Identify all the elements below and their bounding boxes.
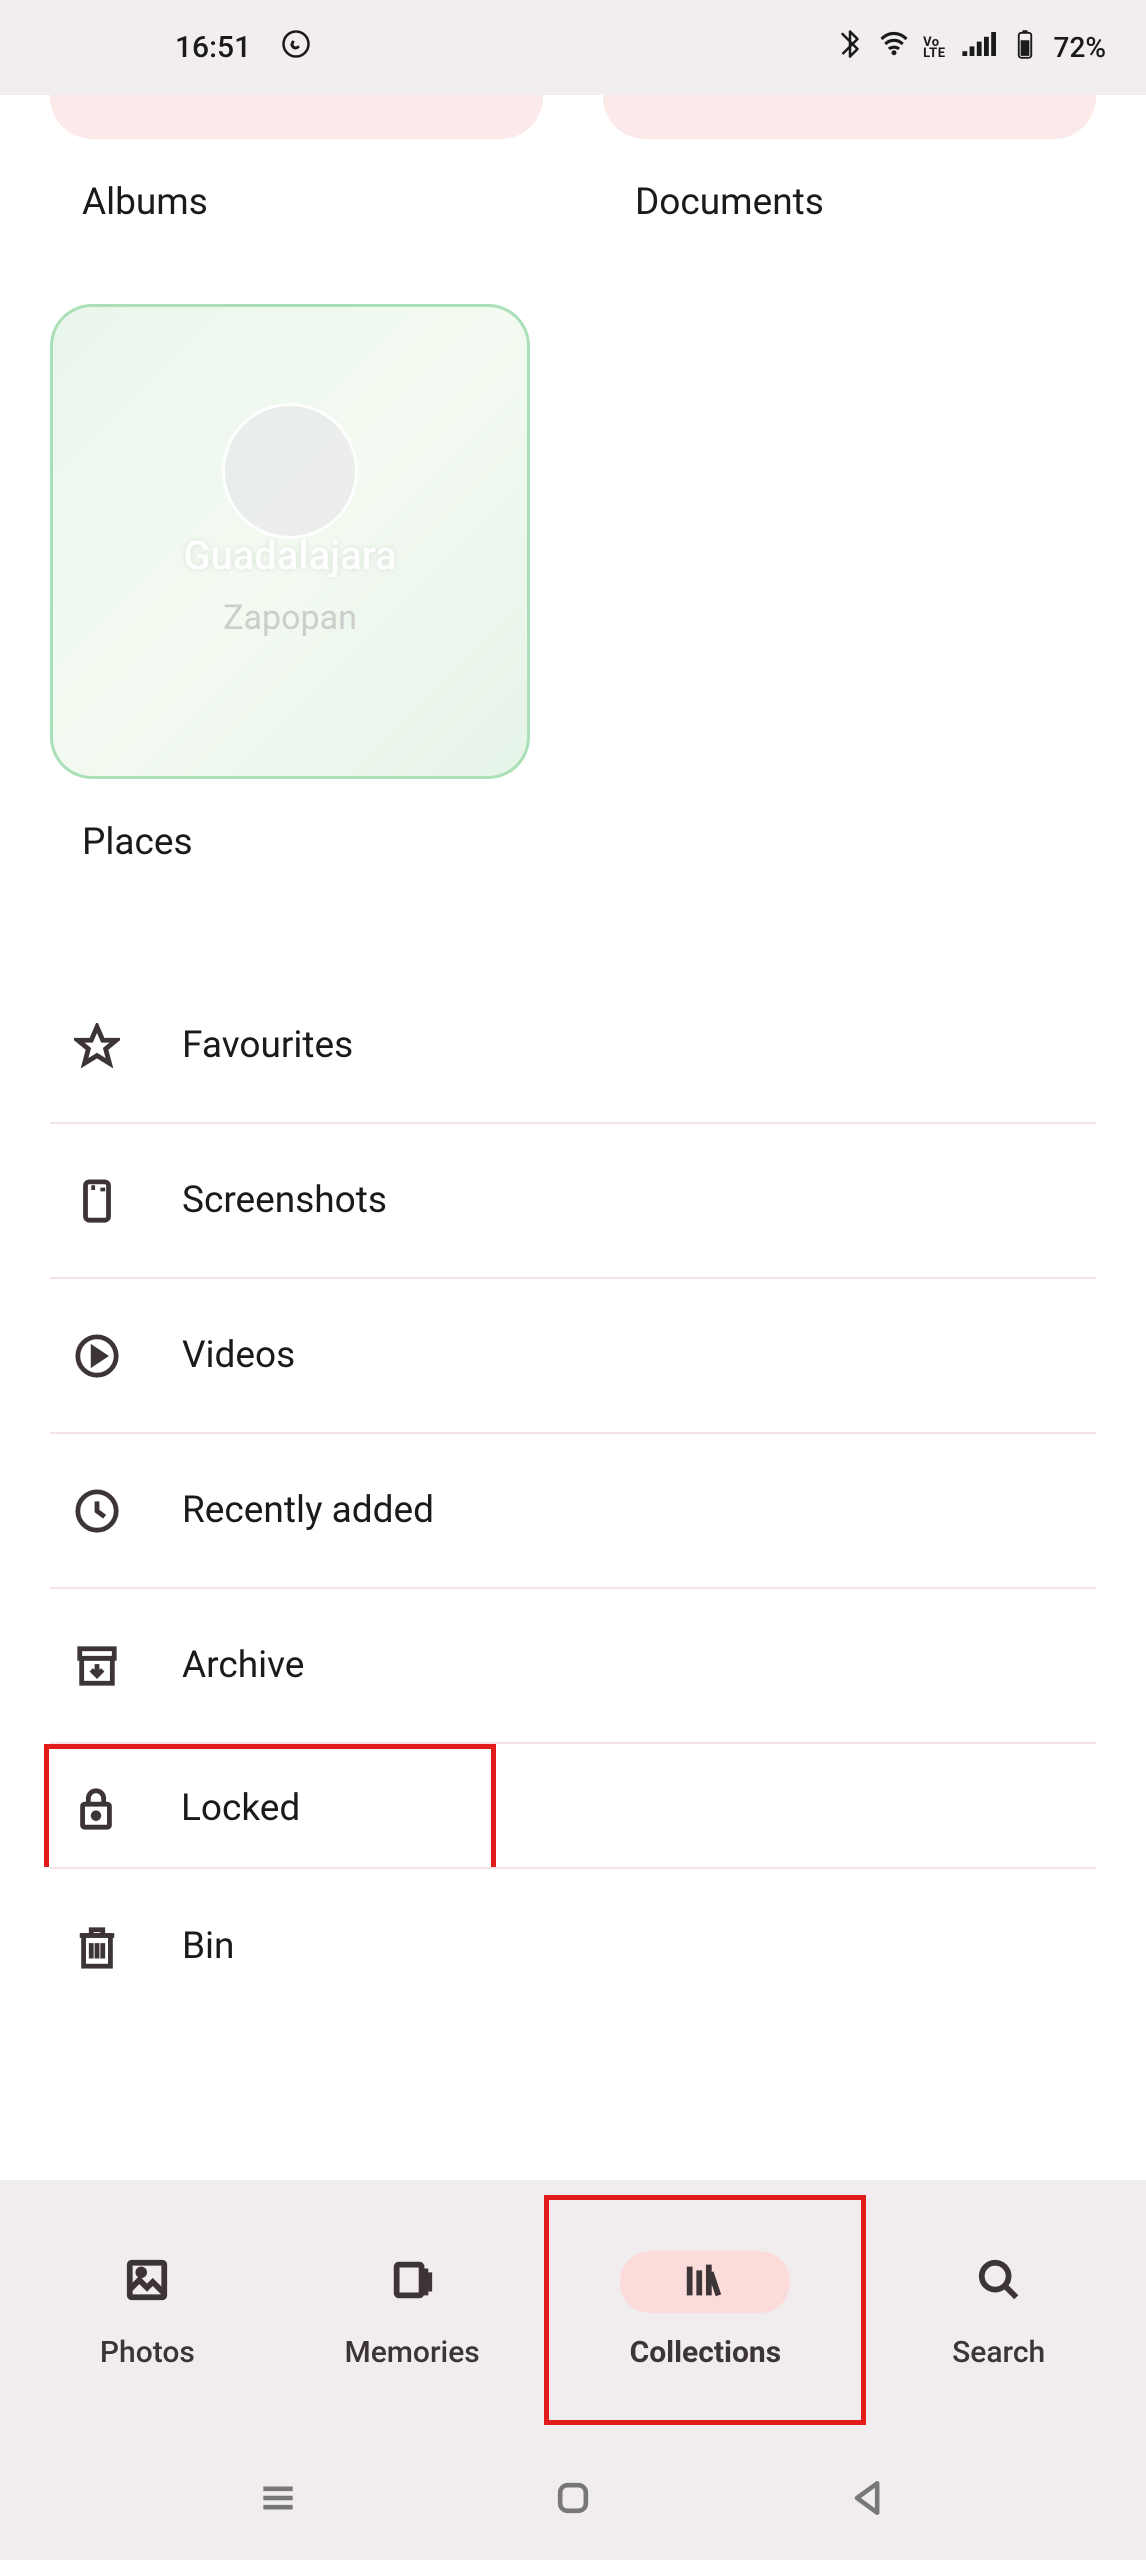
albums-thumbnail	[50, 95, 543, 139]
status-bar: 16:51 Vo LTE 72%	[0, 0, 1146, 95]
screenshots-label: Screenshots	[182, 1179, 387, 1222]
places-thumbnail[interactable]: Guadalajara Zapopan	[50, 304, 530, 779]
battery-icon	[1010, 29, 1040, 67]
star-icon	[72, 1021, 122, 1071]
nav-collections-label: Collections	[630, 2335, 782, 2370]
places-label: Places	[50, 821, 1096, 864]
phone-icon	[72, 1176, 122, 1226]
nav-collections[interactable]: Collections	[544, 2195, 866, 2425]
places-map-area: Zapopan	[53, 598, 527, 638]
bin-label: Bin	[182, 1925, 234, 1968]
home-button[interactable]	[551, 2476, 595, 2524]
nav-memories[interactable]: Memories	[280, 2195, 545, 2425]
search-icon	[976, 2257, 1022, 2307]
photo-icon	[124, 2257, 170, 2307]
favourites-item[interactable]: Favourites	[50, 969, 1096, 1124]
memories-icon	[389, 2257, 435, 2307]
recently-added-label: Recently added	[182, 1489, 434, 1532]
favourites-label: Favourites	[182, 1024, 353, 1067]
bottom-nav: Photos Memories Collections Search	[0, 2180, 1146, 2440]
lock-icon	[71, 1783, 121, 1833]
places-map-city: Guadalajara	[53, 532, 527, 579]
videos-label: Videos	[182, 1334, 295, 1377]
clock-icon	[72, 1486, 122, 1536]
main-content: Albums Documents Guadalajara Zapopan Pla…	[0, 95, 1146, 2180]
archive-label: Archive	[182, 1644, 304, 1687]
volte-indicator: Vo LTE	[923, 37, 945, 59]
nav-photos-label: Photos	[100, 2335, 195, 2370]
albums-label: Albums	[50, 181, 543, 224]
nav-memories-label: Memories	[344, 2335, 479, 2370]
status-time: 16:51	[175, 30, 251, 65]
documents-label: Documents	[603, 181, 1096, 224]
nav-search-label: Search	[952, 2335, 1045, 2370]
archive-item[interactable]: Archive	[50, 1589, 1096, 1744]
back-button[interactable]	[846, 2476, 890, 2524]
nav-search[interactable]: Search	[866, 2195, 1131, 2425]
archive-icon	[72, 1641, 122, 1691]
whatsapp-icon	[281, 29, 311, 67]
screenshots-item[interactable]: Screenshots	[50, 1124, 1096, 1279]
bin-icon	[72, 1922, 122, 1972]
system-nav-bar	[0, 2440, 1146, 2560]
signal-icon	[960, 29, 996, 67]
recent-apps-button[interactable]	[256, 2476, 300, 2524]
videos-item[interactable]: Videos	[50, 1279, 1096, 1434]
locked-item[interactable]: Locked	[44, 1744, 496, 1867]
nav-photos[interactable]: Photos	[15, 2195, 280, 2425]
battery-percent: 72%	[1054, 31, 1106, 64]
albums-tile[interactable]: Albums	[50, 95, 543, 224]
bluetooth-icon	[835, 29, 865, 67]
locked-label: Locked	[181, 1787, 300, 1830]
recently-added-item[interactable]: Recently added	[50, 1434, 1096, 1589]
documents-thumbnail	[603, 95, 1096, 139]
wifi-icon	[879, 29, 909, 67]
collections-icon	[682, 2257, 728, 2307]
bin-item[interactable]: Bin	[50, 1869, 1096, 2024]
play-circle-icon	[72, 1331, 122, 1381]
documents-tile[interactable]: Documents	[603, 95, 1096, 224]
collections-list: Favourites Screenshots Videos Recently a…	[0, 969, 1146, 2024]
